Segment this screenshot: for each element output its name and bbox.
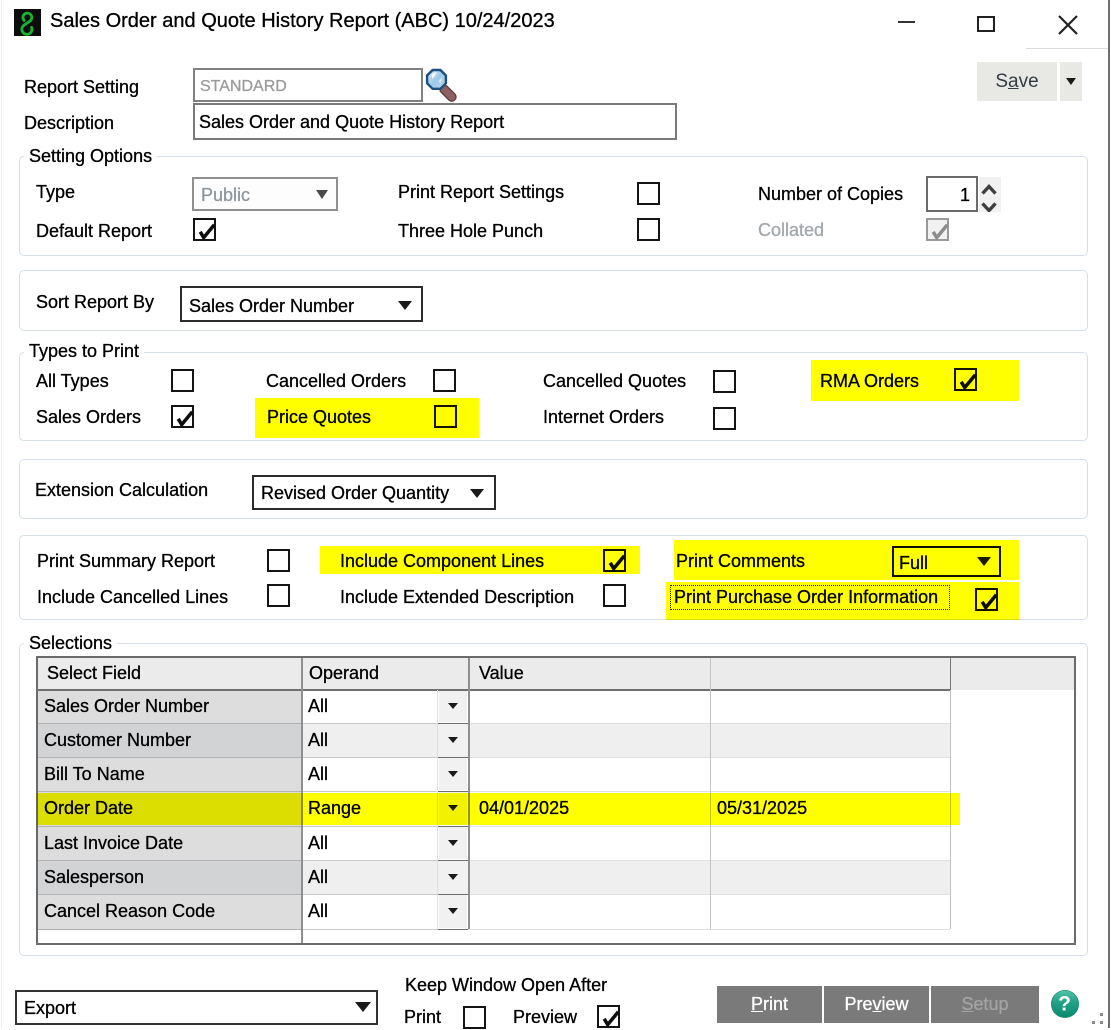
svg-text:?: ? bbox=[1058, 993, 1071, 1016]
